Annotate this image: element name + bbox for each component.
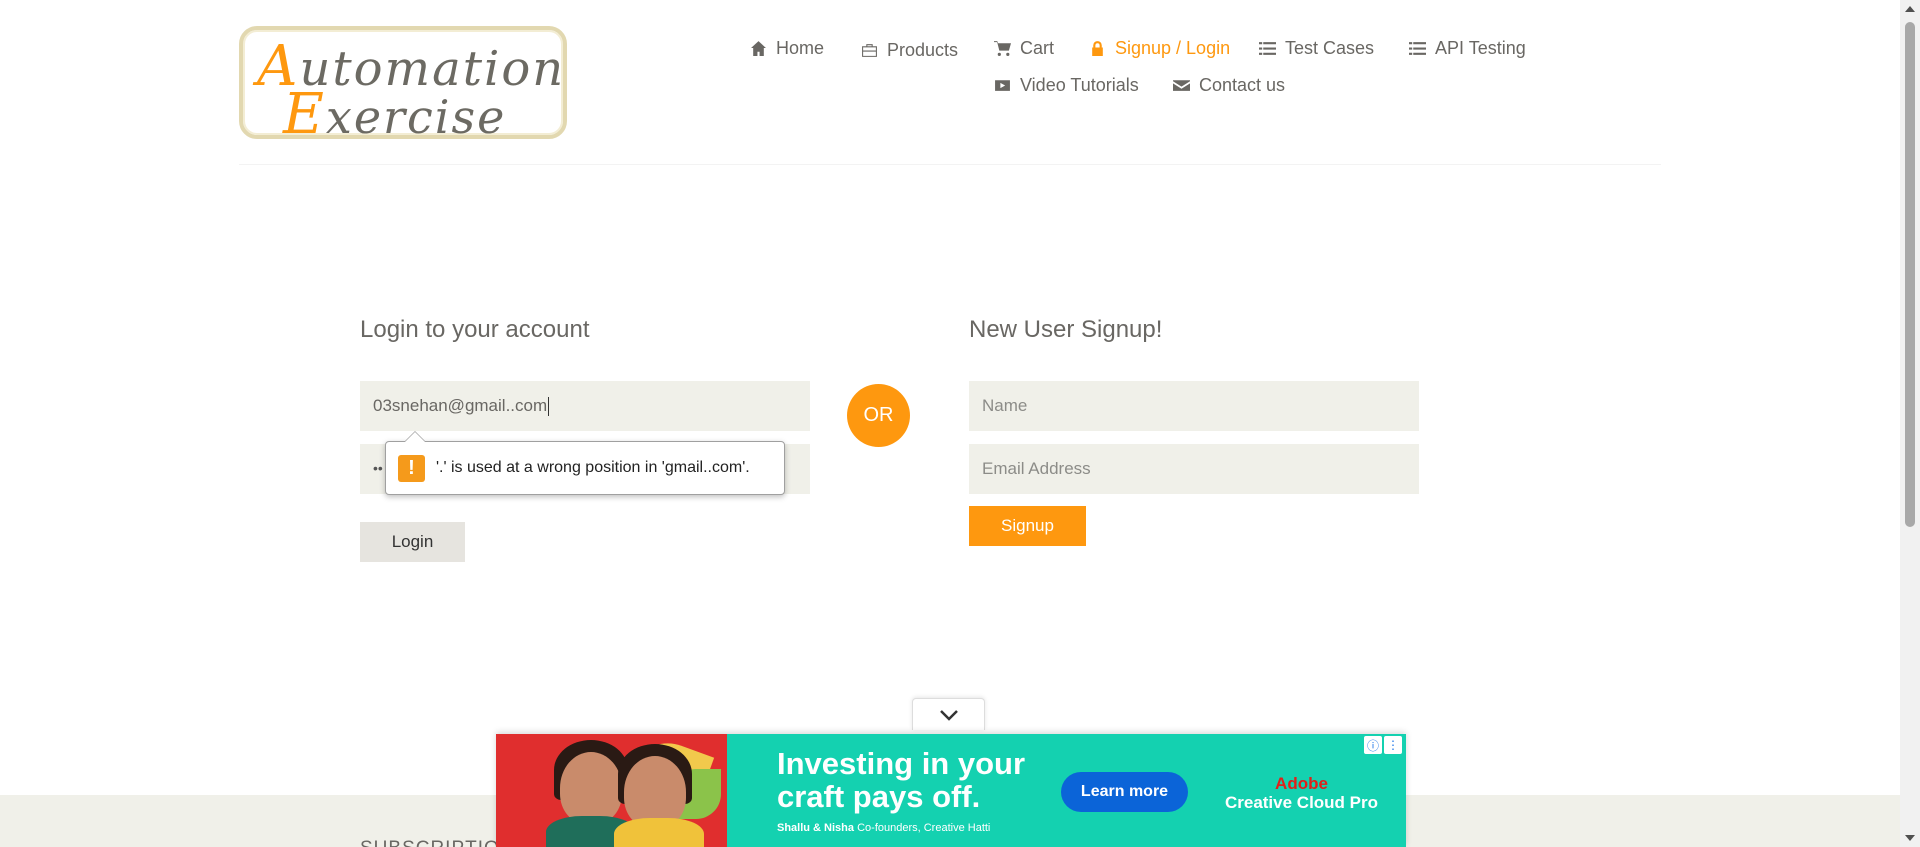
ad-collapse-toggle[interactable]	[912, 698, 985, 730]
ad-info-controls: ⓘ ⋮	[1364, 736, 1402, 754]
ad-headline-line-1: Investing in your	[777, 746, 1026, 781]
login-button[interactable]: Login	[360, 522, 465, 562]
signup-name-placeholder: Name	[982, 396, 1028, 415]
nav-video-tutorials[interactable]: Video Tutorials	[994, 75, 1139, 96]
briefcase-icon	[862, 44, 877, 57]
signup-name-input[interactable]: Name	[969, 381, 1419, 431]
ad-headline-line-2: craft pays off.	[777, 779, 981, 814]
warning-icon: !	[398, 454, 425, 482]
ad-brand-adobe: Adobe	[1275, 774, 1328, 793]
ad-photo	[496, 734, 727, 847]
scroll-up-arrow-icon[interactable]	[1905, 6, 1915, 12]
ad-person-2-body	[614, 818, 704, 847]
logo-line-2: Exercise	[283, 82, 507, 147]
subscription-heading: SUBSCRIPTION	[360, 838, 515, 847]
nav-video-tutorials-label: Video Tutorials	[1020, 75, 1139, 95]
signup-title: New User Signup!	[969, 316, 1163, 343]
chevron-down-icon	[939, 709, 958, 721]
nav-home-label: Home	[776, 38, 825, 58]
nav-cart[interactable]: Cart	[994, 38, 1054, 59]
ad-byline-role: Co-founders, Creative Hatti	[857, 822, 991, 834]
scrollbar-thumb[interactable]	[1905, 22, 1915, 527]
more-options-icon[interactable]: ⋮	[1384, 736, 1402, 754]
nav-signup-login[interactable]: Signup / Login	[1089, 38, 1230, 59]
header-divider	[239, 164, 1661, 165]
list-icon	[1259, 42, 1276, 55]
list-icon	[1409, 42, 1426, 55]
nav-contact-us-label: Contact us	[1199, 75, 1286, 95]
site-logo[interactable]: Automation Exercise	[239, 26, 567, 147]
lock-icon	[1092, 41, 1103, 56]
ad-byline-names: Shallu & Nisha	[777, 822, 855, 834]
page-scrollbar[interactable]	[1900, 0, 1920, 847]
nav-test-cases[interactable]: Test Cases	[1259, 38, 1374, 59]
nav-signup-login-label: Signup / Login	[1115, 38, 1231, 58]
text-caret	[548, 396, 550, 416]
ad-byline: Shallu & Nisha Co-founders, Creative Hat…	[777, 822, 990, 834]
ad-headline: Investing in your craft pays off.	[777, 747, 1025, 813]
validation-tooltip: ! '.' is used at a wrong position in 'gm…	[385, 431, 785, 495]
nav-api-testing[interactable]: API Testing	[1409, 38, 1526, 59]
nav-products[interactable]: Products	[861, 40, 958, 61]
info-icon[interactable]: ⓘ	[1364, 736, 1382, 754]
nav-api-testing-label: API Testing	[1435, 38, 1526, 58]
envelope-icon	[1173, 80, 1190, 91]
home-icon	[751, 41, 766, 56]
nav-home[interactable]: Home	[750, 38, 824, 59]
youtube-icon	[995, 80, 1010, 91]
scroll-down-arrow-icon[interactable]	[1905, 835, 1915, 841]
nav-contact-us[interactable]: Contact us	[1173, 75, 1285, 96]
login-title: Login to your account	[360, 316, 590, 343]
nav-cart-label: Cart	[1020, 38, 1055, 58]
ad-person-1	[560, 752, 622, 824]
signup-email-placeholder: Email Address	[982, 459, 1091, 478]
login-password-value: ••	[373, 460, 383, 476]
signup-email-input[interactable]: Email Address	[969, 444, 1419, 494]
login-email-value: 03snehan@gmail..com	[373, 396, 548, 415]
advertisement-banner[interactable]: Investing in your craft pays off. Shallu…	[496, 734, 1406, 847]
ad-learn-more-button[interactable]: Learn more	[1061, 772, 1188, 812]
validation-message: '.' is used at a wrong position in 'gmai…	[436, 459, 750, 476]
ad-brand-product: Creative Cloud Pro	[1224, 793, 1379, 812]
or-divider-badge: OR	[847, 384, 910, 447]
cart-icon	[994, 41, 1011, 56]
login-email-input[interactable]: 03snehan@gmail..com	[360, 381, 810, 431]
ad-brand: Adobe Creative Cloud Pro	[1209, 774, 1394, 812]
signup-button[interactable]: Signup	[969, 506, 1086, 546]
nav-products-label: Products	[887, 40, 959, 60]
nav-test-cases-label: Test Cases	[1285, 38, 1375, 58]
